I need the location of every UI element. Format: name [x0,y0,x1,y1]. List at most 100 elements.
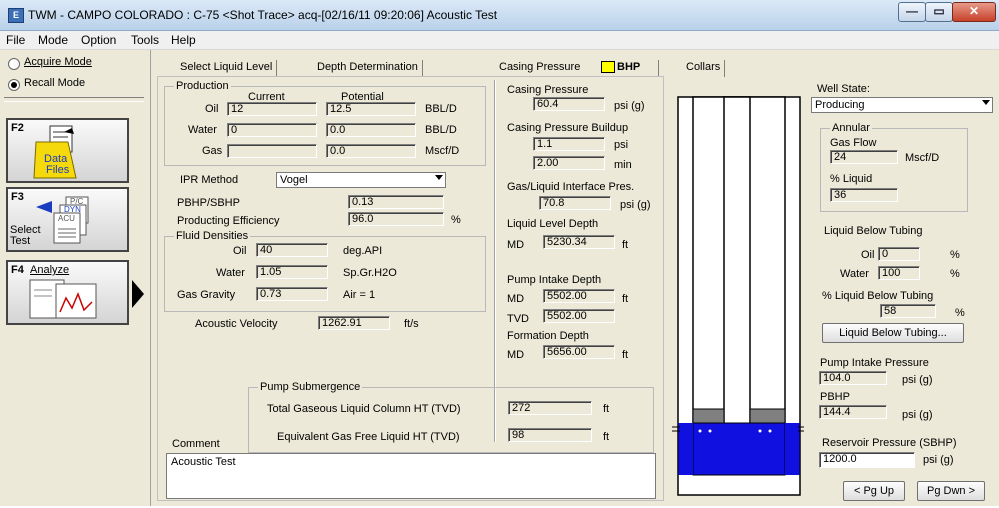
casing-pressure-unit: psi (g) [614,100,645,112]
lbt-oil-field[interactable]: 0 [878,247,920,261]
fluid-water-label: Water [216,267,245,279]
fluid-oil-unit: deg.API [343,245,383,257]
f2-data-files-button[interactable]: F2 Data Files [6,118,129,183]
bhp-indicator-icon [601,61,615,73]
f3-label-line2: Test [10,235,31,247]
prod-eff-field[interactable]: 96.0 [348,212,444,226]
pct-liquid-field: 36 [830,188,898,202]
fd-unit: ft [622,349,629,361]
buildup-label: Casing Pressure Buildup [507,122,629,134]
pip-unit: psi (g) [902,374,933,386]
lbt-oil-label: Oil [861,249,875,261]
fluid-gas-field[interactable]: 0.73 [256,287,328,301]
sbhp-unit: psi (g) [923,454,954,466]
gas-flow-label: Gas Flow [830,137,877,149]
f3-select-test-button[interactable]: F3 Select Test P/C DYN ACU [6,187,129,252]
fluid-oil-field[interactable]: 40 [256,243,328,257]
menu-mode[interactable]: Mode [38,33,68,47]
tab-bhp[interactable]: BHP [617,60,660,77]
oil-current-field[interactable]: 12 [227,102,317,116]
gas-label: Gas [202,145,223,157]
expand-arrow-icon[interactable] [132,280,144,308]
close-button[interactable]: ✕ [952,2,996,22]
pump-submergence-group [248,387,654,453]
fluid-gas-unit: Air = 1 [343,289,376,301]
lbt-pct-field: 58 [880,304,936,318]
water-label: Water [188,124,217,136]
menu-help[interactable]: Help [171,33,196,47]
sbhp-label: Reservoir Pressure (SBHP) [822,437,957,449]
total-glc-unit: ft [603,403,610,415]
f4-analyze-button[interactable]: F4 Analyze [6,260,129,325]
pbhp-sbhp-label: PBHP/SBHP [177,197,240,209]
fluid-water-field[interactable]: 1.05 [256,265,328,279]
f2-key-label: F2 [11,122,24,134]
comment-text: Acoustic Test [171,456,236,468]
recall-mode-radio[interactable] [8,79,20,91]
liquid-below-tubing-button[interactable]: Liquid Below Tubing... [822,323,964,343]
fd-md-label: MD [507,349,525,361]
equiv-gfl-field: 98 [508,428,592,442]
chip-acu: ACU [58,214,75,223]
fluid-water-unit: Sp.Gr.H2O [343,267,397,279]
buildup-unit: psi [614,139,629,151]
f2-label-line2: Files [46,164,70,176]
tab-select-liquid-level[interactable]: Select Liquid Level [180,60,278,77]
pbhp-unit: psi (g) [902,409,933,421]
water-potential-field: 0.0 [326,123,416,137]
recall-mode-label[interactable]: Recall Mode [24,77,85,89]
menu-option[interactable]: Option [81,33,116,47]
acquire-mode-radio[interactable] [8,58,20,70]
lbt-water-unit: % [950,268,960,280]
minimize-button[interactable]: — [898,2,926,22]
tab-depth-determination[interactable]: Depth Determination [317,60,423,77]
restore-button[interactable]: ▭ [925,2,953,22]
lbt-water-field[interactable]: 100 [878,266,920,280]
acquire-mode-label[interactable]: Acquire Mode [24,56,92,68]
fd-label: Formation Depth [507,330,589,342]
ipr-method-select[interactable]: Vogel [276,172,446,188]
pid-md-label: MD [507,293,525,305]
pid-tvd-label: TVD [507,313,529,325]
total-glc-field: 272 [508,401,592,415]
buildup-time-field: 2.00 [533,156,605,170]
chevron-down-icon [982,100,990,105]
water-unit: BBL/D [425,124,457,136]
comment-textarea[interactable]: Acoustic Test [166,453,656,499]
well-state-select[interactable]: Producing [811,97,993,113]
page-down-button[interactable]: Pg Dwn > [917,481,985,501]
buildup-field: 1.1 [533,137,605,151]
comment-label: Comment [172,438,220,450]
pip-field: 104.0 [819,371,887,385]
acoustic-velocity-label: Acoustic Velocity [195,318,278,330]
pct-liquid-label: % Liquid [830,173,873,185]
f4-key-label: F4 [11,264,24,276]
water-current-field[interactable]: 0 [227,123,317,137]
prod-eff-label: Producting Efficiency [177,215,280,227]
menu-tools[interactable]: Tools [131,33,159,47]
menu-bar: File Mode Option Tools Help [0,31,999,50]
pip-label: Pump Intake Pressure [820,357,929,369]
glip-label: Gas/Liquid Interface Pres. [507,181,635,193]
pid-md-field: 5502.00 [543,289,615,303]
oil-potential-field: 12.5 [326,102,416,116]
fluid-oil-label: Oil [233,245,247,257]
gas-current-field[interactable] [227,144,317,158]
pbhp-field: 144.4 [819,405,887,419]
page-up-button[interactable]: < Pg Up [843,481,905,501]
glip-unit: psi (g) [620,199,651,211]
chip-dyn: DYN [64,205,81,214]
pid-unit: ft [622,293,629,305]
pid-label: Pump Intake Depth [507,274,602,286]
tab-collars[interactable]: Collars [686,60,726,77]
app-icon: E [8,8,24,23]
lld-md-label: MD [507,239,525,251]
well-state-value: Producing [815,99,865,111]
gas-flow-field: 24 [830,150,898,164]
tab-casing-pressure[interactable]: Casing Pressure [499,60,584,77]
fluid-densities-title: Fluid Densities [174,230,251,242]
lbt-water-label: Water [840,268,869,280]
menu-file[interactable]: File [6,33,25,47]
gas-unit: Mscf/D [425,145,460,157]
sbhp-field[interactable]: 1200.0 [819,452,915,468]
